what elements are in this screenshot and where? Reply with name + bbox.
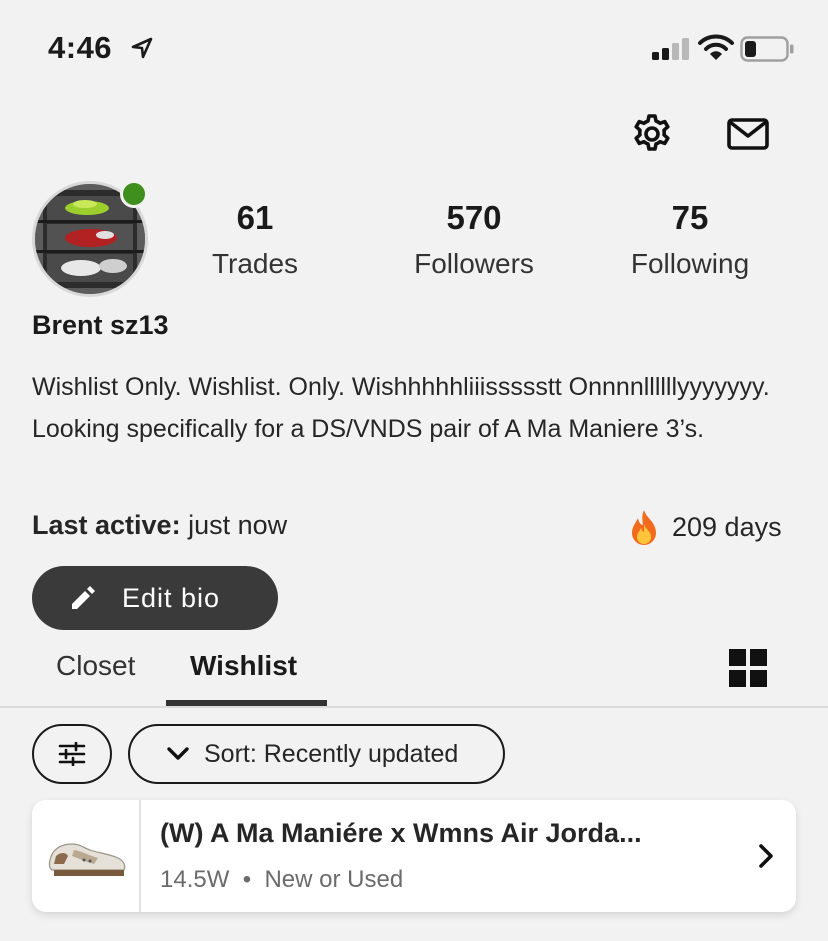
followers-label: Followers bbox=[414, 248, 534, 279]
wishlist-item-card[interactable]: (W) A Ma Maniére x Wmns Air Jorda... 14.… bbox=[32, 800, 796, 912]
activity-streak: 209 days bbox=[626, 508, 782, 546]
followers-count: 570 bbox=[446, 199, 502, 236]
sort-label: Sort: Recently updated bbox=[204, 739, 459, 768]
chevron-down-icon bbox=[167, 747, 189, 760]
tabs-divider bbox=[0, 706, 828, 708]
grid-icon[interactable] bbox=[729, 649, 767, 687]
stat-trades[interactable]: 61 Trades bbox=[170, 196, 340, 288]
battery-icon bbox=[740, 36, 794, 62]
trades-label: Trades bbox=[211, 248, 299, 279]
edit-bio-button[interactable]: Edit bio bbox=[32, 566, 278, 630]
trades-count: 61 bbox=[236, 199, 274, 236]
filter-button[interactable] bbox=[32, 724, 112, 784]
gear-icon[interactable] bbox=[630, 112, 674, 156]
meta-separator: • bbox=[242, 866, 252, 893]
streak-days: 209 days bbox=[672, 511, 782, 542]
last-active-label: Last active: bbox=[32, 510, 181, 540]
stat-following[interactable]: 75 Following bbox=[605, 196, 775, 288]
bio-text: Wishlist Only. Wishlist. Only. Wishhhhhl… bbox=[32, 373, 770, 443]
online-status-indicator bbox=[120, 180, 148, 208]
following-label: Following bbox=[630, 248, 750, 279]
stat-followers[interactable]: 570 Followers bbox=[389, 196, 559, 288]
status-time: 4:46 bbox=[48, 30, 113, 65]
fire-icon bbox=[632, 510, 656, 545]
last-active: Last active: just now bbox=[32, 510, 287, 541]
tab-closet[interactable]: Closet bbox=[56, 650, 135, 682]
username: Brent sz13 bbox=[32, 310, 169, 340]
sneaker-thumbnail bbox=[48, 843, 126, 876]
last-active-value: just now bbox=[188, 510, 288, 540]
card-divider bbox=[139, 800, 141, 912]
tab-wishlist[interactable]: Wishlist bbox=[190, 650, 297, 682]
edit-bio-label: Edit bio bbox=[122, 582, 221, 613]
sliders-icon bbox=[58, 742, 86, 766]
location-arrow-icon bbox=[131, 37, 153, 59]
item-title: (W) A Ma Maniére x Wmns Air Jorda... bbox=[160, 818, 642, 848]
wifi-icon bbox=[698, 34, 734, 60]
pencil-icon bbox=[72, 586, 95, 609]
chevron-right-icon bbox=[759, 844, 773, 868]
sort-dropdown[interactable]: Sort: Recently updated bbox=[128, 724, 505, 784]
following-count: 75 bbox=[671, 199, 709, 236]
cellular-signal-icon bbox=[652, 38, 689, 60]
mail-icon[interactable] bbox=[726, 114, 770, 154]
item-meta: 14.5W • New or Used bbox=[160, 866, 403, 894]
item-condition: New or Used bbox=[264, 866, 404, 893]
item-size: 14.5W bbox=[160, 866, 230, 893]
